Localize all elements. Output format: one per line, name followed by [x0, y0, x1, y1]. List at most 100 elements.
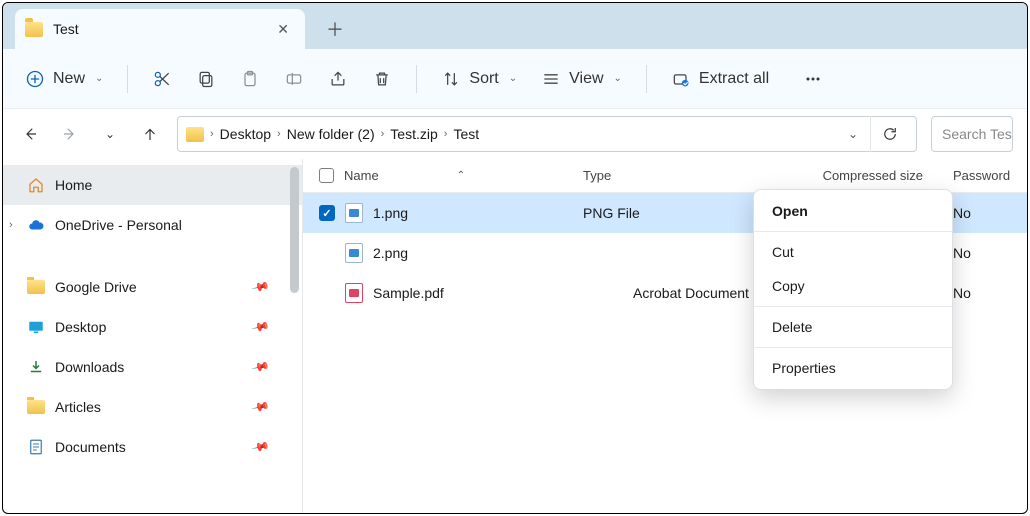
folder-icon	[27, 398, 45, 416]
search-input[interactable]: Search Test	[931, 116, 1013, 152]
extract-all-button[interactable]: Extract all	[661, 60, 779, 98]
file-password: No	[943, 205, 1027, 221]
sidebar-item-google-drive[interactable]: Google Drive 📌	[3, 267, 302, 307]
chevron-right-icon: ›	[210, 128, 214, 140]
nav-forward-button[interactable]	[57, 121, 83, 147]
sidebar-item-onedrive[interactable]: › OneDrive - Personal	[3, 205, 302, 245]
file-name: 2.png	[373, 245, 408, 261]
new-button[interactable]: New ⌄	[15, 60, 113, 98]
refresh-button[interactable]	[870, 116, 908, 152]
nav-up-button[interactable]	[137, 121, 163, 147]
row-checkbox[interactable]	[319, 285, 335, 301]
column-type[interactable]: Type	[583, 168, 783, 183]
crumb-newfolder[interactable]: New folder (2)	[287, 126, 375, 142]
context-copy[interactable]: Copy	[754, 269, 952, 303]
clipboard-icon	[240, 69, 260, 89]
scissors-icon	[152, 69, 172, 89]
copy-button[interactable]	[186, 60, 226, 98]
trash-icon	[372, 69, 392, 89]
context-open[interactable]: Open	[754, 194, 952, 228]
sidebar-item-downloads[interactable]: Downloads 📌	[3, 347, 302, 387]
pin-icon: 📌	[251, 357, 271, 377]
chevron-right-icon: ›	[277, 128, 281, 140]
scrollbar-thumb[interactable]	[290, 167, 299, 293]
view-button[interactable]: View ⌄	[531, 60, 632, 98]
chevron-down-icon: ⌄	[95, 73, 103, 84]
arrow-left-icon	[21, 125, 39, 143]
nav-back-button[interactable]	[17, 121, 43, 147]
chevron-right-icon: ›	[444, 128, 448, 140]
column-name[interactable]: Name	[344, 168, 379, 183]
file-list: Name ⌃ Type Compressed size Password ✓ 1…	[303, 159, 1027, 513]
breadcrumb-bar[interactable]: › Desktop › New folder (2) › Test.zip › …	[177, 116, 917, 152]
file-name: Sample.pdf	[373, 285, 444, 301]
crumb-test[interactable]: Test	[453, 126, 479, 142]
rename-icon	[284, 69, 304, 89]
file-password: No	[943, 285, 1027, 301]
sidebar-item-label: Articles	[55, 399, 101, 415]
row-checkbox[interactable]	[319, 245, 335, 261]
sidebar-item-documents[interactable]: Documents 📌	[3, 427, 302, 467]
refresh-icon	[881, 125, 899, 143]
arrow-up-icon	[141, 125, 159, 143]
toolbar: New ⌄ Sort ⌄ View ⌄	[3, 49, 1027, 109]
share-icon	[328, 69, 348, 89]
rename-button[interactable]	[274, 60, 314, 98]
tab-close-button[interactable]: ✕	[271, 19, 295, 40]
pin-icon: 📌	[251, 437, 271, 457]
chevron-down-icon: ⌄	[614, 73, 622, 84]
context-menu: Open Cut Copy Delete Properties	[753, 189, 953, 390]
folder-icon	[25, 22, 43, 37]
select-all-checkbox[interactable]	[319, 168, 334, 183]
tab-title: Test	[53, 21, 261, 37]
column-password[interactable]: Password	[943, 168, 1027, 183]
crumb-desktop[interactable]: Desktop	[220, 126, 271, 142]
image-file-icon	[345, 243, 363, 263]
chevron-down-icon: ⌄	[105, 127, 115, 141]
paste-button[interactable]	[230, 60, 270, 98]
file-name: 1.png	[373, 205, 408, 221]
plus-circle-icon	[25, 69, 45, 89]
chevron-right-icon: ›	[381, 128, 385, 140]
sidebar-item-label: Downloads	[55, 359, 124, 375]
crumb-zip[interactable]: Test.zip	[390, 126, 437, 142]
context-delete[interactable]: Delete	[754, 310, 952, 344]
sort-indicator-icon: ⌃	[457, 170, 465, 181]
cut-button[interactable]	[142, 60, 182, 98]
nav-recent-button[interactable]: ⌄	[97, 121, 123, 147]
sidebar-item-label: OneDrive - Personal	[55, 217, 182, 233]
downloads-icon	[27, 358, 45, 376]
pin-icon: 📌	[251, 277, 271, 297]
column-headers: Name ⌃ Type Compressed size Password	[303, 159, 1027, 193]
sidebar-item-articles[interactable]: Articles 📌	[3, 387, 302, 427]
folder-icon	[186, 127, 204, 142]
address-dropdown-button[interactable]: ⌄	[842, 127, 864, 141]
sidebar-item-desktop[interactable]: Desktop 📌	[3, 307, 302, 347]
pin-icon: 📌	[251, 397, 271, 417]
sidebar-item-home[interactable]: Home	[3, 165, 302, 205]
share-button[interactable]	[318, 60, 358, 98]
context-properties[interactable]: Properties	[754, 351, 952, 385]
sidebar-item-label: Documents	[55, 439, 126, 455]
tab-test[interactable]: Test ✕	[15, 9, 305, 49]
sidebar-item-label: Home	[55, 177, 92, 193]
desktop-icon	[27, 318, 45, 336]
column-size[interactable]: Compressed size	[783, 168, 943, 183]
chevron-right-icon[interactable]: ›	[9, 219, 13, 231]
delete-button[interactable]	[362, 60, 402, 98]
context-cut[interactable]: Cut	[754, 235, 952, 269]
file-password: No	[943, 245, 1027, 261]
extract-icon	[671, 69, 691, 89]
new-tab-button[interactable]: ＋	[319, 13, 351, 45]
chevron-down-icon: ⌄	[509, 73, 517, 84]
cloud-icon	[27, 216, 45, 234]
tab-bar: Test ✕ ＋	[3, 3, 1027, 49]
view-icon	[541, 69, 561, 89]
more-button[interactable]	[793, 60, 833, 98]
home-icon	[27, 176, 45, 194]
copy-icon	[196, 69, 216, 89]
document-icon	[27, 438, 45, 456]
row-checkbox[interactable]: ✓	[319, 205, 335, 221]
sort-button[interactable]: Sort ⌄	[431, 60, 527, 98]
ellipsis-icon	[803, 69, 823, 89]
